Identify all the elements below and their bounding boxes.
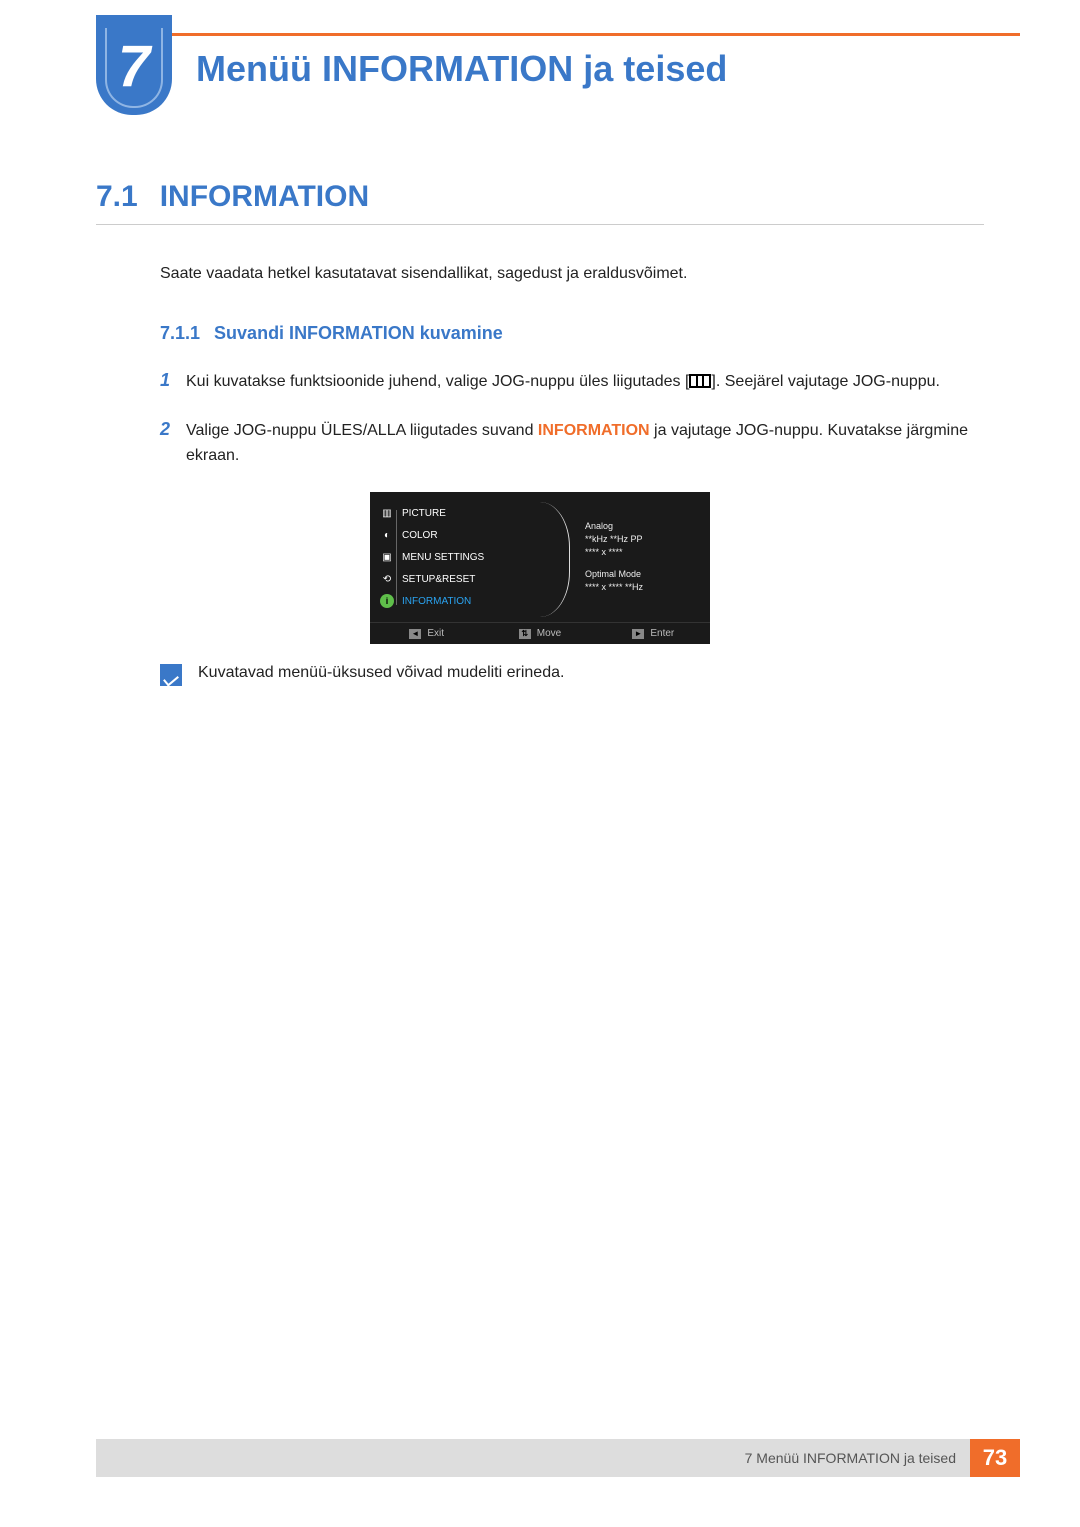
- osd-screenshot: ▥ PICTURE ◐ COLOR ▣ MENU SETTINGS ⟲ SETUP&RE…: [370, 492, 710, 644]
- step-2: 2 Valige JOG-nuppu ÜLES/ALLA liigutades …: [160, 419, 984, 469]
- updown-arrow-icon: ⇅: [519, 629, 531, 639]
- footer-text: 7 Menüü INFORMATION ja teised: [745, 1450, 956, 1466]
- top-rule: [96, 33, 1020, 36]
- keyword-information: INFORMATION: [538, 422, 650, 439]
- page-footer: 7 Menüü INFORMATION ja teised 73: [96, 1439, 1020, 1477]
- chapter-badge: 7: [96, 15, 172, 115]
- subsection-number: 7.1.1: [160, 323, 200, 343]
- section-heading: 7.1 INFORMATION: [96, 180, 984, 214]
- section-title: INFORMATION: [160, 180, 369, 213]
- osd-item-setup-reset: SETUP&RESET: [402, 574, 475, 585]
- color-icon: ◐: [380, 528, 394, 542]
- step-1: 1 Kui kuvatakse funktsioonide juhend, va…: [160, 370, 984, 395]
- section-number: 7.1: [96, 180, 138, 213]
- note: Kuvatavad menüü-üksused võivad mudeliti …: [160, 664, 984, 686]
- subsection-title: Suvandi INFORMATION kuvamine: [214, 323, 503, 343]
- step-number: 2: [160, 419, 186, 469]
- page-number: 73: [970, 1439, 1020, 1477]
- step-list: 1 Kui kuvatakse funktsioonide juhend, va…: [160, 370, 984, 468]
- settings-icon: ▣: [380, 550, 394, 564]
- right-arrow-icon: ►: [632, 629, 644, 639]
- picture-icon: ▥: [380, 506, 394, 520]
- section-intro: Saate vaadata hetkel kasutatavat sisenda…: [160, 265, 984, 283]
- subsection-heading: 7.1.1 Suvandi INFORMATION kuvamine: [160, 323, 984, 344]
- section-rule: [96, 224, 984, 225]
- osd-info-panel: Analog **kHz **Hz PP **** x **** Optimal…: [585, 520, 643, 593]
- osd-item-information: INFORMATION: [402, 596, 471, 607]
- osd-item-color: COLOR: [402, 530, 438, 541]
- info-icon: i: [380, 594, 394, 608]
- osd-item-picture: PICTURE: [402, 508, 446, 519]
- osd-footer: ◄Exit ⇅Move ►Enter: [370, 622, 710, 644]
- step-number: 1: [160, 370, 186, 395]
- step-body: Kui kuvatakse funktsioonide juhend, vali…: [186, 370, 940, 395]
- menu-icon: [689, 374, 711, 388]
- reset-icon: ⟲: [380, 572, 394, 586]
- chapter-title: Menüü INFORMATION ja teised: [196, 48, 727, 90]
- left-arrow-icon: ◄: [409, 629, 421, 639]
- note-text: Kuvatavad menüü-üksused võivad mudeliti …: [198, 664, 564, 682]
- osd-item-menu-settings: MENU SETTINGS: [402, 552, 484, 563]
- step-body: Valige JOG-nuppu ÜLES/ALLA liigutades su…: [186, 419, 984, 469]
- note-icon: [160, 664, 182, 686]
- chapter-number: 7: [118, 38, 150, 96]
